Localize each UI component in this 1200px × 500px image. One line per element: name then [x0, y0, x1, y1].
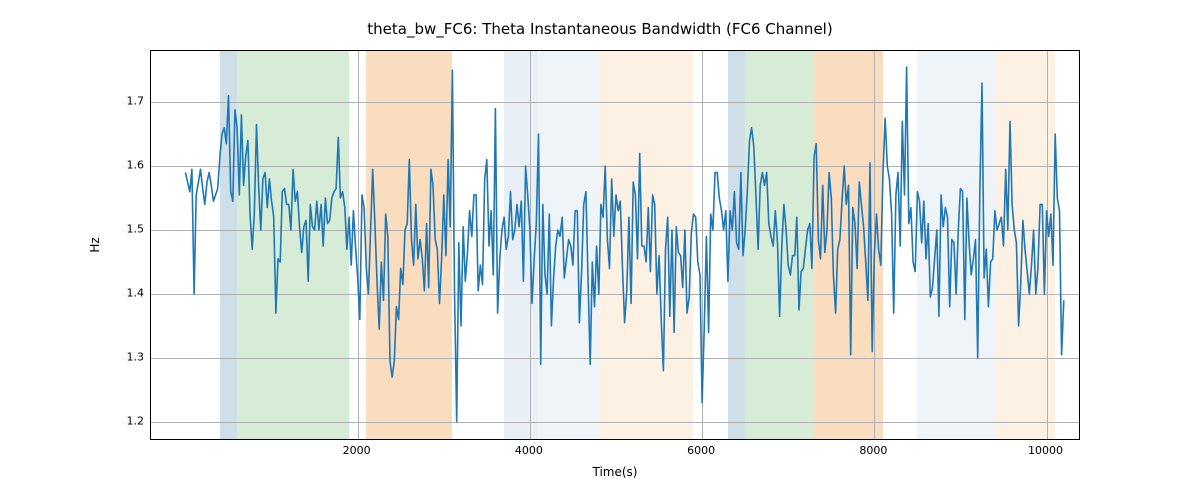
- ytick-label: 1.3: [114, 350, 144, 363]
- xtick-label: 6000: [687, 444, 715, 457]
- chart-axes: [150, 50, 1080, 440]
- series-line: [151, 51, 1080, 440]
- x-axis-label: Time(s): [150, 465, 1080, 479]
- ytick-label: 1.7: [114, 95, 144, 108]
- xtick-label: 4000: [515, 444, 543, 457]
- chart-figure: theta_bw_FC6: Theta Instantaneous Bandwi…: [0, 0, 1200, 500]
- ytick-label: 1.6: [114, 159, 144, 172]
- xtick-label: 2000: [343, 444, 371, 457]
- xtick-label: 10000: [1028, 444, 1063, 457]
- ytick-label: 1.4: [114, 286, 144, 299]
- chart-title: theta_bw_FC6: Theta Instantaneous Bandwi…: [0, 20, 1200, 38]
- ytick-label: 1.2: [114, 414, 144, 427]
- y-axis-label: Hz: [88, 237, 102, 252]
- ytick-label: 1.5: [114, 223, 144, 236]
- xtick-label: 8000: [859, 444, 887, 457]
